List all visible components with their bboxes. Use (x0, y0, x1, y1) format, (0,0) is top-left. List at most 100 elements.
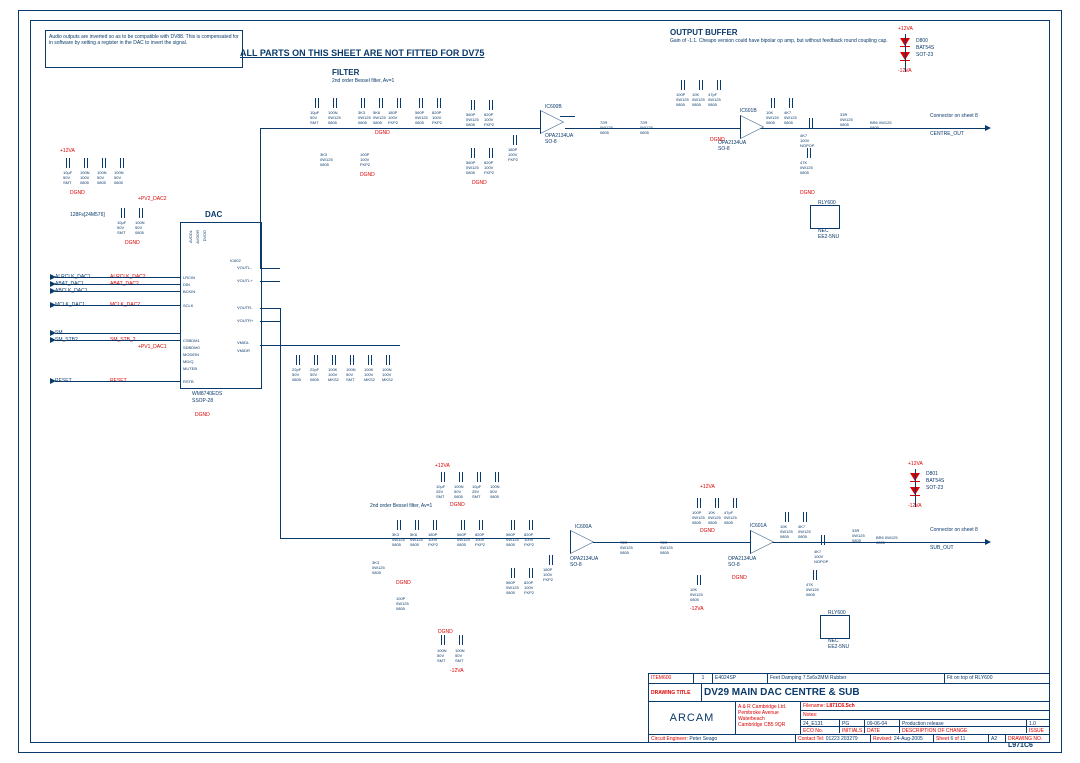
rvals-u1: 3K30W1250805 (320, 152, 333, 167)
relay-l (820, 615, 850, 639)
label-outbuf: OUTPUT BUFFER (670, 28, 738, 37)
capv-lex: 100N50VSMT (437, 648, 447, 663)
tb-part: E4024SP (715, 675, 736, 681)
wire-nl5 (55, 333, 180, 334)
pin-din: DIN (183, 282, 190, 287)
cv-vm5: 100K100VMKS2 (364, 367, 375, 382)
capv-l1: 10μF25VSMT (436, 484, 445, 499)
wire-top1 (260, 128, 540, 129)
opamp-l2-ref: IC601A (750, 523, 767, 529)
dgnd-post: DGND (800, 190, 815, 196)
capv-l1b: 100N50V0805 (454, 484, 464, 499)
capv-op1b: 820P100VFKP2 (484, 112, 494, 127)
capv-buf1: 100P0W1250805 (676, 92, 689, 107)
relay-l-ref: RLY600 (828, 610, 846, 616)
tb-feedrubber: Feet Damping 7.5x6x2MM Rubber (770, 675, 846, 681)
cv-dp2: 100N100V0805 (80, 170, 90, 185)
capv-opl1a: 560P0W1250805 (506, 532, 519, 547)
opamp-l1 (570, 530, 594, 554)
rev-label: Revised: (873, 736, 892, 742)
relay-u-ref: RLY600 (818, 200, 836, 206)
opamp-l1-ref: IC600A (575, 524, 592, 530)
eco-hdr: ECO No. (803, 728, 823, 734)
chip-pin-avddr: AVDDR (195, 230, 200, 244)
cv-vm3: 100K100VMKS2 (328, 367, 339, 382)
pin-lrcin: LRCIN (183, 275, 195, 280)
pin-voutr-: VOUTR- (237, 305, 252, 310)
cv-dp4: 100N50V0805 (114, 170, 124, 185)
date-hdr: DATE (867, 728, 880, 734)
cap-group-post-l (784, 512, 808, 522)
capv-lex2: 100N50VSMT (455, 648, 465, 663)
sheet-of: of (955, 736, 959, 742)
capv-u1b: 100N0W1250805 (328, 110, 341, 125)
rvals-l1: 3K30W1250805 (372, 560, 385, 575)
capv-l1d: 100N50V0805 (490, 484, 500, 499)
cv-vm1: 22pF50V0805 (292, 367, 301, 382)
cap-couple-u (808, 118, 814, 128)
cap-group-op1b (470, 148, 494, 158)
opamp-l2 (750, 530, 774, 554)
relay-u-ee2: EE2-5NU (818, 234, 839, 240)
note-text: Audio outputs are inverted so as to be c… (49, 34, 239, 46)
v12p-dac: +12VA (60, 148, 75, 154)
pin-voutl-: VOUTL- (237, 265, 252, 270)
cap-group-post-u2 (806, 148, 812, 158)
cap-couple-l (820, 535, 826, 545)
chip-name: WM8740EDS (192, 391, 222, 397)
wire-out-l (870, 542, 985, 543)
pin-sclk: SCLK (183, 303, 193, 308)
out-u: CENTRE_OUT (930, 131, 964, 137)
capv-bufl2: 10K0W1250805 (708, 510, 721, 525)
heading-main: ALL PARTS ON THIS SHEET ARE NOT FITTED F… (240, 48, 484, 58)
capv-l2c: 180P100VFKP2 (428, 532, 438, 547)
net-pv1: +PV1_DAC1 (138, 344, 167, 350)
capv-buf3: 47pF0W1250805 (708, 92, 721, 107)
wire-nl2 (55, 284, 180, 285)
capv-postl1: 10K0W1250805 (780, 524, 793, 539)
cap-opl1c (548, 555, 554, 565)
w-vo1 (260, 268, 280, 269)
capv-bufl1: 100P0W1250805 (692, 510, 705, 525)
ce: Peter Seago (689, 736, 717, 742)
cap-group-dacpwr2 (120, 208, 144, 218)
dgnd-l1: DGND (450, 502, 465, 508)
w-vo4 (260, 321, 280, 322)
size: A2 (991, 736, 997, 742)
capv-post1: 10K0W1250805 (766, 110, 779, 125)
label-filter-sub: 2nd order Bessel filter, Av=1 (332, 78, 394, 84)
dgnd-u3: DGND (360, 172, 375, 178)
dgnd-bufl2: DGND (732, 575, 747, 581)
tb-fitrly: Fit on top of RLY600 (947, 675, 993, 681)
dgnd-l2: DGND (396, 580, 411, 586)
desc-hdr: DESCRIPTION OF CHANGE (902, 728, 967, 734)
ce-label: Circuit Engineer: (651, 736, 688, 742)
capv-u2b: 5K60W1250805 (373, 110, 386, 125)
capv-l3b: 820P100VFKP2 (475, 532, 485, 547)
cv-dp6: 100N50V0805 (135, 220, 145, 235)
opamp-u1-ref: IC600B (545, 104, 562, 110)
iss-hdr: ISSUE (1029, 728, 1044, 734)
tb-item: ITEM600 (651, 675, 671, 681)
conn8-u: Connector on sheet 8 (930, 113, 978, 119)
d800-u: D800 (916, 38, 928, 44)
opamp-l2-pkg: SO-8 (728, 562, 740, 568)
bat-l: BAT54S (926, 478, 944, 484)
cap-group-filter-l1 (440, 472, 500, 482)
cap-group-filter-u3 (418, 98, 442, 108)
cv-vm6: 100N100VMKS2 (382, 367, 393, 382)
out-l: SUB_OUT (930, 545, 954, 551)
pin-voutl+: VOUTL+ (237, 278, 253, 283)
pin-muteb: MUTEB (183, 366, 197, 371)
capv-postl2: 4K70W1250805 (798, 524, 811, 539)
v12p-u: +12VA (898, 26, 913, 32)
cap-group-filter-u1 (314, 98, 338, 108)
label-dac: DAC (205, 210, 222, 219)
capv-postl3: 47K0W1250805 (806, 582, 819, 597)
capv-l2b: 5K60W1250805 (410, 532, 423, 547)
capv-bufl3: 47pF0W1250805 (724, 510, 737, 525)
bat-u: BAT54S (916, 45, 934, 51)
sot-u: SOT-23 (916, 52, 933, 58)
opamp-l1-pkg: SO-8 (570, 562, 582, 568)
label-filter-sub2: 2nd order Bessel filter, Av=1 (370, 503, 432, 509)
